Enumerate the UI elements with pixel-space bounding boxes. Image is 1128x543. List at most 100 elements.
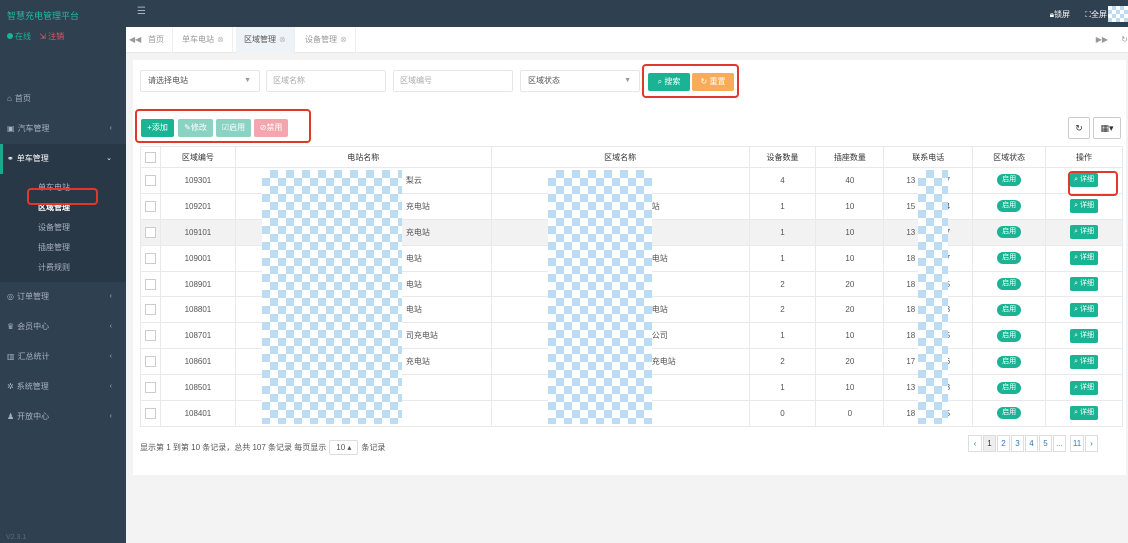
- cell-socket-count: 10: [815, 218, 885, 246]
- page-size-select[interactable]: 10 ▴: [329, 440, 359, 455]
- brand-title: 智慧充电管理平台: [7, 11, 80, 21]
- detail-button[interactable]: ⌕ 详细: [1070, 406, 1098, 421]
- menu-toggle-icon[interactable]: ☰: [137, 6, 146, 17]
- cell-area-status: 启用: [972, 218, 1047, 246]
- menu-item-order[interactable]: ◎ 订单管理 ‹: [0, 282, 126, 312]
- station-select[interactable]: 请选择电站 ▼: [140, 70, 260, 92]
- header-area-code[interactable]: 区域编号: [159, 146, 236, 168]
- checkbox[interactable]: [144, 174, 156, 186]
- detail-button[interactable]: ⌕ 详细: [1070, 225, 1098, 240]
- row-checkbox-cell[interactable]: [140, 322, 161, 350]
- menu-item-home[interactable]: ⌂ 首页: [0, 84, 126, 114]
- refresh-tab-icon[interactable]: ↻: [1121, 27, 1128, 53]
- select-all-header[interactable]: [140, 146, 161, 168]
- status-badge: 启用: [997, 278, 1022, 290]
- refresh-table-button[interactable]: ↻: [1068, 117, 1090, 139]
- tab-home[interactable]: 首页: [140, 27, 173, 53]
- row-checkbox-cell[interactable]: [140, 270, 161, 298]
- submenu-item-device[interactable]: 设备管理: [0, 218, 126, 238]
- header-socket-count[interactable]: 插座数量: [815, 146, 885, 168]
- detail-button[interactable]: ⌕ 详细: [1070, 328, 1098, 343]
- detail-button[interactable]: ⌕ 详细: [1070, 380, 1098, 395]
- fullscreen-button[interactable]: ⛶全屏: [1085, 9, 1107, 20]
- columns-toggle-button[interactable]: ▦▾: [1093, 117, 1121, 139]
- avatar[interactable]: [1108, 6, 1128, 22]
- status-badge: 启用: [997, 226, 1022, 239]
- checkbox[interactable]: [144, 151, 156, 163]
- close-icon[interactable]: ⊗: [279, 35, 286, 44]
- status-badge: 启用: [997, 381, 1022, 394]
- cell-area-code: 109201: [159, 192, 236, 220]
- row-checkbox-cell[interactable]: [140, 348, 161, 376]
- area-name-input[interactable]: 区域名称: [266, 70, 386, 92]
- close-icon[interactable]: ⊗: [340, 35, 347, 44]
- menu-item-car[interactable]: ▣ 汽车管理 ‹: [0, 114, 126, 144]
- logout-link[interactable]: ⇲ 注销: [39, 32, 64, 41]
- area-code-input[interactable]: 区域编号: [393, 70, 513, 92]
- cell-area-code: 108401: [159, 400, 236, 427]
- checkbox[interactable]: [144, 407, 156, 419]
- row-checkbox-cell[interactable]: [140, 167, 161, 194]
- checkbox[interactable]: [144, 304, 156, 316]
- tab-device-management[interactable]: 设备管理 ⊗: [297, 27, 356, 53]
- submenu-item-socket[interactable]: 插座管理: [0, 238, 126, 258]
- row-checkbox-cell[interactable]: [140, 374, 161, 402]
- page-button-2[interactable]: 2: [997, 435, 1010, 452]
- cell-area-status: 启用: [972, 322, 1047, 350]
- tabs-scroll-right-icon[interactable]: ▶▶: [1096, 27, 1108, 53]
- cell-socket-count: 10: [815, 192, 885, 220]
- header-station-name[interactable]: 电站名称: [234, 146, 492, 168]
- checkbox[interactable]: [144, 252, 156, 264]
- tab-bicycle-station[interactable]: 单车电站 ⊗: [174, 27, 233, 53]
- detail-button[interactable]: ⌕ 详细: [1070, 251, 1098, 266]
- header-area-status[interactable]: 区域状态: [972, 146, 1047, 168]
- cell-device-count: 1: [748, 322, 817, 350]
- page-button-11[interactable]: 11: [1070, 435, 1084, 452]
- menu-item-stats[interactable]: ▥ 汇总统计 ‹: [0, 342, 126, 372]
- detail-button[interactable]: ⌕ 详细: [1070, 354, 1098, 369]
- caret-down-icon: ▼: [244, 77, 251, 84]
- page-button-4[interactable]: 4: [1025, 435, 1038, 452]
- row-checkbox-cell[interactable]: [140, 192, 161, 220]
- prev-page-button[interactable]: ‹: [968, 435, 982, 452]
- menu-item-bicycle[interactable]: ⚭ 单车管理 ⌄: [0, 144, 126, 174]
- submenu-item-billing[interactable]: 计费规则: [0, 258, 126, 278]
- member-icon: ♛: [7, 322, 15, 331]
- checkbox[interactable]: [144, 382, 156, 394]
- detail-button[interactable]: ⌕ 详细: [1070, 199, 1098, 214]
- area-status-select[interactable]: 区域状态 ▼: [520, 70, 640, 92]
- cell-area-status: 启用: [972, 296, 1047, 324]
- menu-item-system[interactable]: ✲ 系统管理 ‹: [0, 372, 126, 402]
- next-page-button[interactable]: ›: [1085, 435, 1098, 452]
- row-checkbox-cell[interactable]: [140, 218, 161, 246]
- detail-button[interactable]: ⌕ 详细: [1070, 302, 1098, 317]
- checkbox[interactable]: [144, 200, 156, 212]
- menu-item-open[interactable]: ♟ 开放中心 ‹: [0, 402, 126, 432]
- checkbox[interactable]: [144, 356, 156, 368]
- tab-area-management[interactable]: 区域管理 ⊗: [236, 27, 295, 53]
- row-checkbox-cell[interactable]: [140, 244, 161, 272]
- status-badge: 启用: [997, 329, 1022, 342]
- row-checkbox-cell[interactable]: [140, 296, 161, 324]
- header-phone[interactable]: 联系电话: [883, 146, 974, 168]
- refresh-icon: ↻: [1075, 123, 1083, 133]
- bicycle-icon: ⚭: [7, 154, 14, 163]
- menu-item-member[interactable]: ♛ 会员中心 ‹: [0, 312, 126, 342]
- cell-area-code: 108901: [159, 270, 236, 298]
- cell-actions: ⌕ 详细: [1045, 244, 1123, 272]
- detail-button[interactable]: ⌕ 详细: [1070, 277, 1098, 291]
- cell-area-code: 109301: [159, 167, 236, 194]
- page-button-5[interactable]: 5: [1039, 435, 1052, 452]
- page-button-1[interactable]: 1: [983, 435, 996, 452]
- row-checkbox-cell[interactable]: [140, 400, 161, 427]
- checkbox[interactable]: [144, 278, 156, 290]
- header-area-name[interactable]: 区域名称: [490, 146, 750, 168]
- close-icon[interactable]: ⊗: [217, 35, 224, 44]
- header-device-count[interactable]: 设备数量: [748, 146, 817, 168]
- redaction-mask: [548, 170, 652, 424]
- checkbox[interactable]: [144, 226, 156, 238]
- status-badge: 启用: [997, 252, 1022, 265]
- page-button-3[interactable]: 3: [1011, 435, 1024, 452]
- lock-screen-button[interactable]: 🔒︎锁屏: [1050, 9, 1070, 20]
- checkbox[interactable]: [144, 330, 156, 342]
